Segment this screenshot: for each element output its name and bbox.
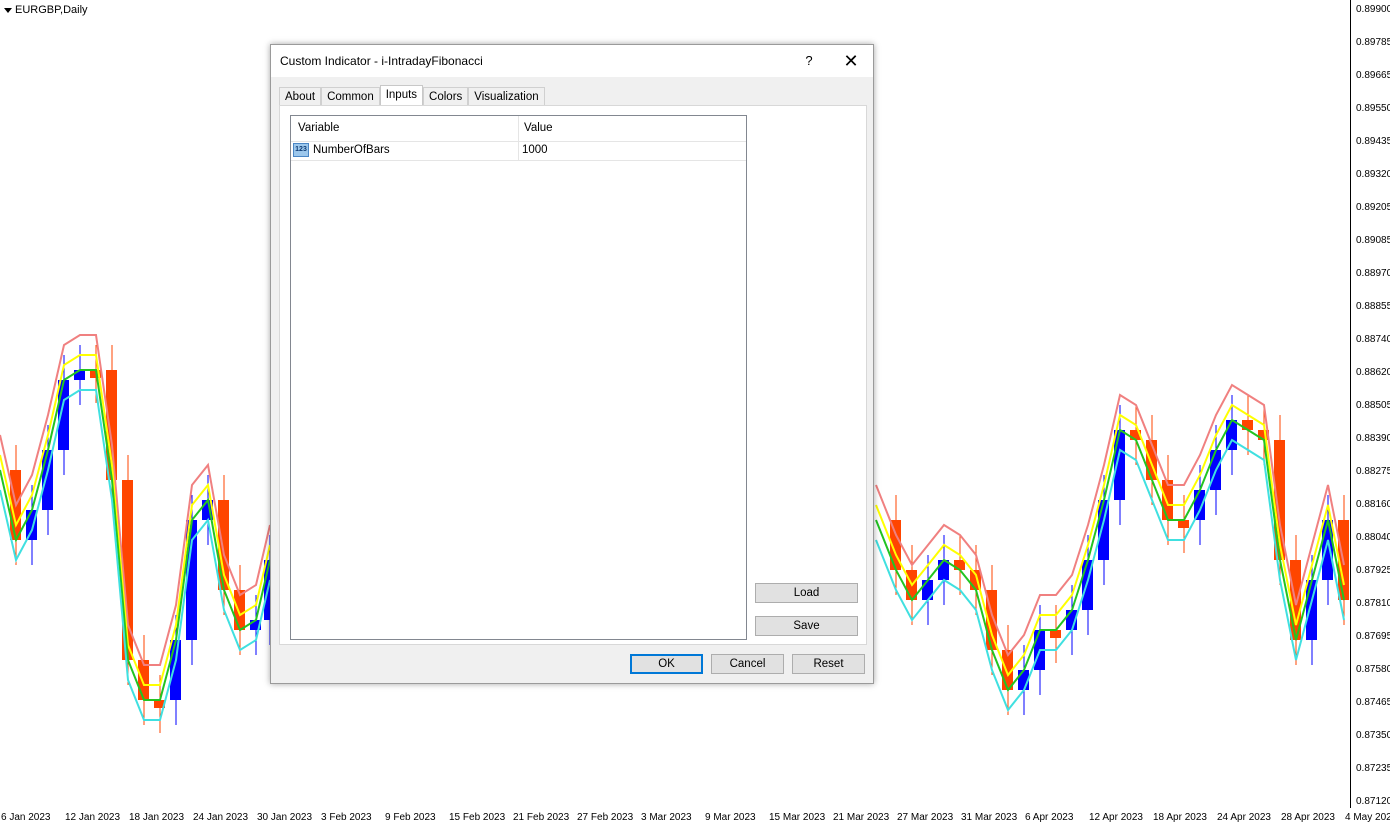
tab-visualization[interactable]: Visualization [468, 87, 545, 106]
tab-about[interactable]: About [279, 87, 322, 106]
candle-body [1242, 420, 1253, 430]
date-label: 3 Feb 2023 [321, 812, 372, 823]
inputs-panel: Variable Value 123 NumberOfBars 1000 Loa… [279, 105, 867, 645]
date-label: 18 Jan 2023 [129, 812, 185, 823]
date-label: 12 Jan 2023 [65, 812, 121, 823]
date-label: 28 Apr 2023 [1281, 812, 1335, 823]
date-label: 12 Apr 2023 [1089, 812, 1143, 823]
indicator-line [0, 369, 271, 701]
price-label: 0.88275 [1356, 466, 1390, 477]
candle-body [1178, 520, 1189, 528]
price-label: 0.88505 [1356, 400, 1390, 411]
tab-strip: About Common Inputs Colors Visualization [279, 85, 545, 106]
dialog-titlebar[interactable]: Custom Indicator - i-IntradayFibonacci ?… [271, 45, 873, 77]
price-label: 0.88390 [1356, 433, 1390, 444]
help-button[interactable]: ? [799, 51, 819, 71]
price-label: 0.87580 [1356, 664, 1390, 675]
date-label: 9 Mar 2023 [705, 812, 756, 823]
tab-colors[interactable]: Colors [423, 87, 469, 106]
date-label: 15 Mar 2023 [769, 812, 826, 823]
variable-name: NumberOfBars [313, 144, 390, 156]
price-label: 0.89085 [1356, 235, 1390, 246]
dialog-title: Custom Indicator - i-IntradayFibonacci [280, 54, 483, 68]
load-button[interactable]: Load [755, 583, 858, 603]
candle-body [170, 640, 181, 700]
date-label: 6 Jan 2023 [1, 812, 51, 823]
price-label: 0.89435 [1356, 136, 1390, 147]
candle-body [1050, 630, 1061, 638]
date-label: 3 Mar 2023 [641, 812, 692, 823]
column-divider [518, 142, 519, 160]
price-label: 0.87925 [1356, 565, 1390, 576]
close-button[interactable]: ✕ [839, 51, 863, 71]
price-label: 0.87235 [1356, 763, 1390, 774]
date-label: 27 Mar 2023 [897, 812, 954, 823]
price-label: 0.89900 [1356, 4, 1390, 15]
table-row[interactable]: 123 NumberOfBars 1000 [291, 142, 746, 161]
date-label: 9 Feb 2023 [385, 812, 436, 823]
tab-common[interactable]: Common [321, 87, 380, 106]
symbol-label[interactable]: EURGBP,Daily [4, 4, 88, 16]
price-label: 0.87695 [1356, 631, 1390, 642]
dropdown-triangle-icon [4, 7, 12, 13]
tab-inputs[interactable]: Inputs [379, 85, 424, 106]
price-label: 0.87810 [1356, 598, 1390, 609]
date-label: 6 Apr 2023 [1025, 812, 1074, 823]
indicator-line [0, 354, 271, 686]
date-label: 15 Feb 2023 [449, 812, 506, 823]
integer-type-icon: 123 [293, 143, 309, 157]
price-label: 0.89550 [1356, 103, 1390, 114]
price-label: 0.88160 [1356, 499, 1390, 510]
price-label: 0.89785 [1356, 37, 1390, 48]
variable-value[interactable]: 1000 [522, 144, 548, 156]
ok-button[interactable]: OK [630, 654, 703, 674]
price-label: 0.89205 [1356, 202, 1390, 213]
inputs-grid: Variable Value 123 NumberOfBars 1000 [290, 115, 747, 640]
price-label: 0.88740 [1356, 334, 1390, 345]
candle-body [74, 370, 85, 380]
price-label: 0.88970 [1356, 268, 1390, 279]
candle-body [1322, 520, 1333, 580]
price-label: 0.89320 [1356, 169, 1390, 180]
candle-body [1194, 490, 1205, 520]
custom-indicator-dialog: Custom Indicator - i-IntradayFibonacci ?… [270, 44, 874, 684]
grid-header: Variable Value [291, 116, 746, 142]
column-header-variable[interactable]: Variable [298, 122, 339, 134]
date-label: 4 May 2023 [1345, 812, 1390, 823]
save-button[interactable]: Save [755, 616, 858, 636]
column-divider[interactable] [518, 116, 519, 141]
price-label: 0.88855 [1356, 301, 1390, 312]
cancel-button[interactable]: Cancel [711, 654, 784, 674]
date-label: 24 Jan 2023 [193, 812, 249, 823]
date-label: 21 Mar 2023 [833, 812, 890, 823]
column-header-value[interactable]: Value [524, 122, 553, 134]
date-label: 21 Feb 2023 [513, 812, 570, 823]
candle-body [954, 560, 965, 570]
date-label: 18 Apr 2023 [1153, 812, 1207, 823]
date-label: 24 Apr 2023 [1217, 812, 1271, 823]
candle-body [1226, 420, 1237, 450]
date-label: 30 Jan 2023 [257, 812, 313, 823]
price-label: 0.87350 [1356, 730, 1390, 741]
price-label: 0.88620 [1356, 367, 1390, 378]
price-label: 0.87465 [1356, 697, 1390, 708]
price-label: 0.88040 [1356, 532, 1390, 543]
symbol-text: EURGBP,Daily [15, 4, 88, 16]
date-label: 27 Feb 2023 [577, 812, 634, 823]
date-label: 31 Mar 2023 [961, 812, 1018, 823]
price-label: 0.89665 [1356, 70, 1390, 81]
price-label: 0.87120 [1356, 796, 1390, 807]
reset-button[interactable]: Reset [792, 654, 865, 674]
